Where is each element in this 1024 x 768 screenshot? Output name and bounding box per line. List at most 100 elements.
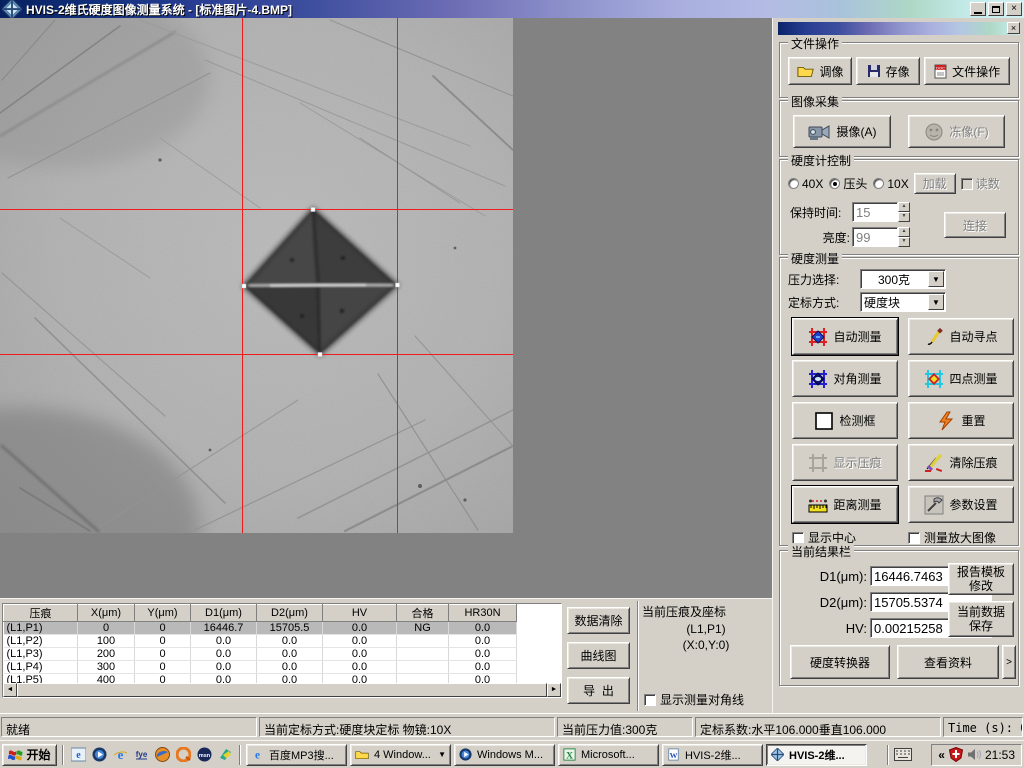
connect-button[interactable]: 连接 (944, 212, 1006, 238)
scrollbar-thumb[interactable] (17, 683, 547, 697)
task-word-hvis[interactable]: W HVIS-2维... (662, 744, 763, 766)
group-dropdown-icon[interactable]: ▼ (438, 750, 446, 759)
clear-indent-button[interactable]: 清除压痕 (908, 444, 1014, 481)
task-hvis-app[interactable]: HVIS-2维... (766, 744, 867, 766)
cell (397, 648, 449, 661)
show-diagonal-checkbox[interactable] (644, 694, 656, 706)
quicklaunch-quicktime-icon[interactable] (174, 746, 192, 764)
quicklaunch-mediaplayer-icon[interactable] (90, 746, 108, 764)
scroll-left-icon[interactable]: ◄ (3, 683, 17, 697)
brightness-spinner[interactable]: ▲▼ (898, 227, 910, 247)
quicklaunch-globe-icon[interactable] (153, 746, 171, 764)
dropdown-arrow-icon[interactable]: ▼ (928, 294, 944, 310)
show-diagonal-label[interactable]: 显示测量对角线 (660, 691, 744, 708)
col-header[interactable]: D2(μm) (257, 605, 323, 622)
load-force-button[interactable]: 加载 (914, 173, 956, 194)
curve-chart-button[interactable]: 曲线图 (567, 642, 630, 669)
report-template-button[interactable]: 报告模板 修改 (948, 563, 1014, 595)
clear-data-button[interactable]: 数据清除 (567, 607, 630, 634)
radio-indenter[interactable] (829, 178, 840, 189)
tray-volume-icon[interactable] (967, 748, 981, 761)
task-baidu-mp3[interactable]: e 百度MP3搜... (246, 744, 347, 766)
radio-10x[interactable] (873, 178, 884, 189)
show-center-checkbox[interactable] (792, 532, 804, 544)
freeze-button[interactable]: 冻像(F) (908, 115, 1005, 148)
save-image-button[interactable]: 存像 (856, 57, 920, 85)
save-data-button[interactable]: 当前数据 保存 (948, 601, 1014, 637)
minimize-button[interactable] (970, 2, 986, 16)
file-ops-group: 文件操作 调像 存像 DOC 文件操作 (779, 42, 1019, 98)
quicklaunch-ie-channel-icon[interactable]: e (69, 746, 87, 764)
table-hscrollbar[interactable]: ◄ ► (3, 683, 561, 697)
show-indent-button[interactable]: 显示压痕 (792, 444, 898, 481)
panel-title-strip[interactable]: × (778, 22, 1020, 35)
quicklaunch-ie-icon[interactable]: e (111, 746, 129, 764)
scroll-right-icon[interactable]: ► (547, 683, 561, 697)
pressure-select[interactable]: 300克 ▼ (860, 269, 946, 289)
radio-10x-label[interactable]: 10X (887, 177, 908, 191)
col-header[interactable]: HV (323, 605, 397, 622)
more-button[interactable]: > (1002, 645, 1016, 679)
tray-expand-icon[interactable]: « (938, 748, 945, 762)
specimen-image[interactable] (0, 18, 513, 533)
restore-button[interactable] (988, 2, 1004, 16)
task-label: HVIS-2维... (685, 747, 741, 763)
panel-close-button[interactable]: × (1007, 22, 1020, 34)
radio-40x[interactable] (788, 178, 799, 189)
detect-box-button[interactable]: 检测框 (792, 402, 898, 439)
input-method-keyboard-icon[interactable] (894, 748, 912, 761)
quicklaunch-msn-icon[interactable]: msn (195, 746, 213, 764)
col-header[interactable]: 压痕 (4, 605, 78, 622)
four-point-measure-button[interactable]: 四点测量 (908, 360, 1014, 397)
file-ops-button[interactable]: DOC 文件操作 (924, 57, 1010, 85)
close-button[interactable]: × (1006, 2, 1022, 16)
calib-mode-select[interactable]: 硬度块 ▼ (860, 292, 946, 312)
quicklaunch-eye-icon[interactable]: fye (132, 746, 150, 764)
col-header[interactable]: D1(μm) (191, 605, 257, 622)
col-header[interactable]: X(μm) (78, 605, 135, 622)
export-button[interactable]: 导 出 (567, 677, 630, 704)
auto-measure-button[interactable]: 自动测量 (792, 318, 898, 355)
param-settings-button[interactable]: 参数设置 (908, 486, 1014, 523)
task-windows-media[interactable]: Windows M... (454, 744, 555, 766)
col-header[interactable]: 合格 (397, 605, 449, 622)
zoom-measure-checkbox[interactable] (908, 532, 920, 544)
capture-button[interactable]: 摄像(A) (793, 115, 891, 148)
table-row[interactable]: (L1,P2)10000.00.00.00.0 (4, 635, 517, 648)
file-ops-label: 文件操作 (952, 63, 1000, 80)
spin-up-icon[interactable]: ▲ (898, 202, 910, 212)
quicklaunch-frontpage-icon[interactable] (216, 746, 234, 764)
capture-label: 摄像(A) (837, 123, 877, 140)
task-excel[interactable]: X Microsoft... (558, 744, 659, 766)
load-image-button[interactable]: 调像 (788, 57, 852, 85)
view-data-button[interactable]: 查看资料 (897, 645, 999, 679)
task-windows-group[interactable]: 4 Window... ▼ (350, 744, 451, 766)
table-row[interactable]: (L1,P3)20000.00.00.00.0 (4, 648, 517, 661)
distance-measure-button[interactable]: 距离测量 (792, 486, 898, 523)
zoom-measure-label[interactable]: 测量放大图像 (924, 529, 996, 546)
cell: (L1,P2) (4, 635, 78, 648)
read-checkbox[interactable] (961, 178, 973, 190)
col-header[interactable]: HR30N (449, 605, 517, 622)
col-header[interactable]: Y(μm) (135, 605, 191, 622)
spin-down-icon[interactable]: ▼ (898, 212, 910, 222)
hold-time-field[interactable]: 15 (852, 202, 898, 222)
spin-up-icon[interactable]: ▲ (898, 227, 910, 237)
dropdown-arrow-icon[interactable]: ▼ (928, 271, 944, 287)
reset-button[interactable]: 重置 (908, 402, 1014, 439)
diagonal-measure-button[interactable]: 对角测量 (792, 360, 898, 397)
table-row[interactable]: (L1,P1)0016446.715705.50.0NG0.0 (4, 622, 517, 635)
results-table: 压痕 X(μm) Y(μm) D1(μm) D2(μm) HV 合格 HR30N… (2, 603, 562, 698)
hold-time-spinner[interactable]: ▲▼ (898, 202, 910, 222)
task-label: Windows M... (477, 749, 543, 761)
svg-text:msn: msn (198, 753, 210, 759)
tray-antivirus-shield-icon[interactable] (949, 747, 963, 762)
start-button[interactable]: 开始 (2, 744, 57, 766)
radio-indenter-label[interactable]: 压头 (843, 175, 867, 192)
spin-down-icon[interactable]: ▼ (898, 237, 910, 247)
brightness-field[interactable]: 99 (852, 227, 898, 247)
auto-find-button[interactable]: 自动寻点 (908, 318, 1014, 355)
radio-40x-label[interactable]: 40X (802, 177, 823, 191)
table-row[interactable]: (L1,P4)30000.00.00.00.0 (4, 661, 517, 674)
hardness-converter-button[interactable]: 硬度转换器 (790, 645, 890, 679)
